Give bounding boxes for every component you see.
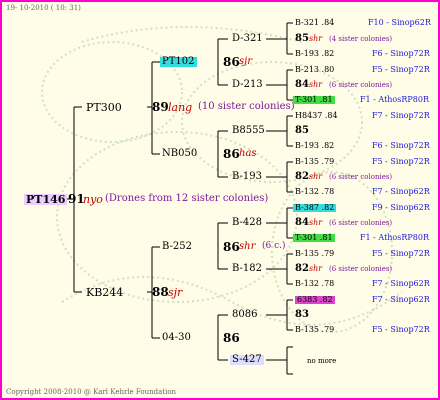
gen3-code[interactable]: D-321 (232, 34, 263, 44)
gen4-source: F5 - Sinop72R (372, 65, 430, 74)
gen4-source: F5 - Sinop72R (372, 157, 430, 166)
father-code[interactable]: PT300 (86, 102, 122, 113)
gen4-num: 82 (295, 263, 309, 274)
gen2-nb050-num: 86 (223, 147, 240, 161)
gen4-code[interactable]: 6383 .82 (295, 296, 335, 304)
gen2-pt102-code[interactable]: PT102 (160, 57, 197, 67)
gen4-code[interactable]: B-193 .82 (295, 50, 334, 58)
gen3-code[interactable]: B-193 (232, 172, 262, 182)
gen4-race: shr (309, 172, 323, 181)
footer-copyright: Copyright 2008-2010 @ Karl Kehrle Founda… (6, 388, 177, 396)
gen4-code[interactable]: B-135 .79 (295, 158, 334, 166)
gen4-source: F1 - AthosRP80R (360, 95, 429, 104)
gen3-code[interactable]: B-428 (232, 218, 262, 228)
gen4-code[interactable]: B-387 .82 (293, 204, 337, 212)
gen4-code[interactable]: B-193 .82 (295, 142, 334, 150)
gen4-code[interactable]: H8437 .84 (295, 112, 338, 120)
gen4-race: shr (309, 80, 323, 89)
gen4-num: 82 (295, 171, 309, 182)
gen2-b252-code[interactable]: B-252 (162, 242, 192, 252)
gen4-code[interactable]: T-301 .81 (293, 234, 335, 242)
gen4-source: F9 - Sinop62R (372, 203, 430, 212)
gen4-code[interactable]: B-321 .84 (295, 19, 334, 27)
root-code[interactable]: PT146 (24, 194, 68, 205)
gen4-race: shr (309, 218, 323, 227)
gen2-nb050-code[interactable]: NB050 (162, 149, 197, 159)
gen4-race: shr (309, 34, 323, 43)
mother-code[interactable]: KB244 (86, 287, 123, 298)
root-race: nyo (83, 193, 103, 206)
gen4-no-more: no more (307, 357, 337, 365)
gen4-note: (6 sister colonies) (329, 173, 393, 181)
gen4-source: F5 - Sinop72R (372, 325, 430, 334)
father-race: lang (168, 101, 193, 114)
gen2-b252-race: shr (239, 241, 256, 252)
gen4-source: F6 - Sinop72R (372, 141, 430, 150)
pedigree-frame: 19- 10-2010 ( 10: 31) PT146 91 nyo (Dron… (0, 0, 440, 400)
gen4-source: F1 - AthosRP80R (360, 233, 429, 242)
gen2-b252-note: (6 c.) (262, 241, 286, 251)
gen4-code[interactable]: B-135 .79 (295, 250, 334, 258)
gen4-source: F6 - Sinop72R (372, 49, 430, 58)
gen4-note: (6 sister colonies) (329, 265, 393, 273)
gen3-code[interactable]: B8555 (232, 126, 265, 136)
gen4-source: F5 - Sinop72R (372, 249, 430, 258)
gen4-code[interactable]: B-135 .79 (295, 326, 334, 334)
gen4-code[interactable]: T-301 .81 (293, 96, 335, 104)
gen2-pt102-num: 86 (223, 55, 240, 69)
gen4-code[interactable]: B-213 .80 (295, 66, 334, 74)
mother-num: 88 (152, 285, 169, 299)
father-num: 89 (152, 100, 169, 114)
gen4-num: 84 (295, 79, 309, 90)
gen4-note: (6 sister colonies) (329, 219, 393, 227)
gen4-code[interactable]: B-132 .78 (295, 280, 334, 288)
gen3-code[interactable]: S-427 (230, 355, 264, 365)
gen4-source: F10 - Sinop62R (368, 18, 431, 27)
gen2-b252-num: 86 (223, 240, 240, 254)
gen4-code[interactable]: B-132 .78 (295, 188, 334, 196)
gen2-0430-num: 86 (223, 331, 240, 345)
gen4-num: 83 (295, 309, 309, 320)
gen2-pt102-race: sjr (239, 56, 253, 67)
gen4-note: (6 sister colonies) (329, 81, 393, 89)
gen4-num: 84 (295, 217, 309, 228)
print-date: 19- 10-2010 ( 10: 31) (6, 4, 81, 12)
gen4-source: F7 - Sinop62R (372, 295, 430, 304)
gen4-source: F7 - Sinop62R (372, 187, 430, 196)
gen3-code[interactable]: B-182 (232, 264, 262, 274)
gen3-code[interactable]: 8086 (232, 310, 257, 320)
root-note: (Drones from 12 sister colonies) (105, 193, 269, 204)
gen3-code[interactable]: D-213 (232, 80, 263, 90)
gen4-source: F7 - Sinop62R (372, 279, 430, 288)
gen4-source: F7 - Sinop72R (372, 111, 430, 120)
gen4-race: shr (309, 264, 323, 273)
gen2-0430-code[interactable]: 04-30 (162, 333, 191, 343)
gen4-num: 85 (295, 33, 309, 44)
gen4-note: (4 sister colonies) (329, 35, 393, 43)
father-note: (10 sister colonies) (198, 101, 295, 112)
gen2-nb050-race: has (239, 148, 257, 159)
gen4-num: 85 (295, 125, 309, 136)
mother-race: sjr (168, 286, 183, 299)
